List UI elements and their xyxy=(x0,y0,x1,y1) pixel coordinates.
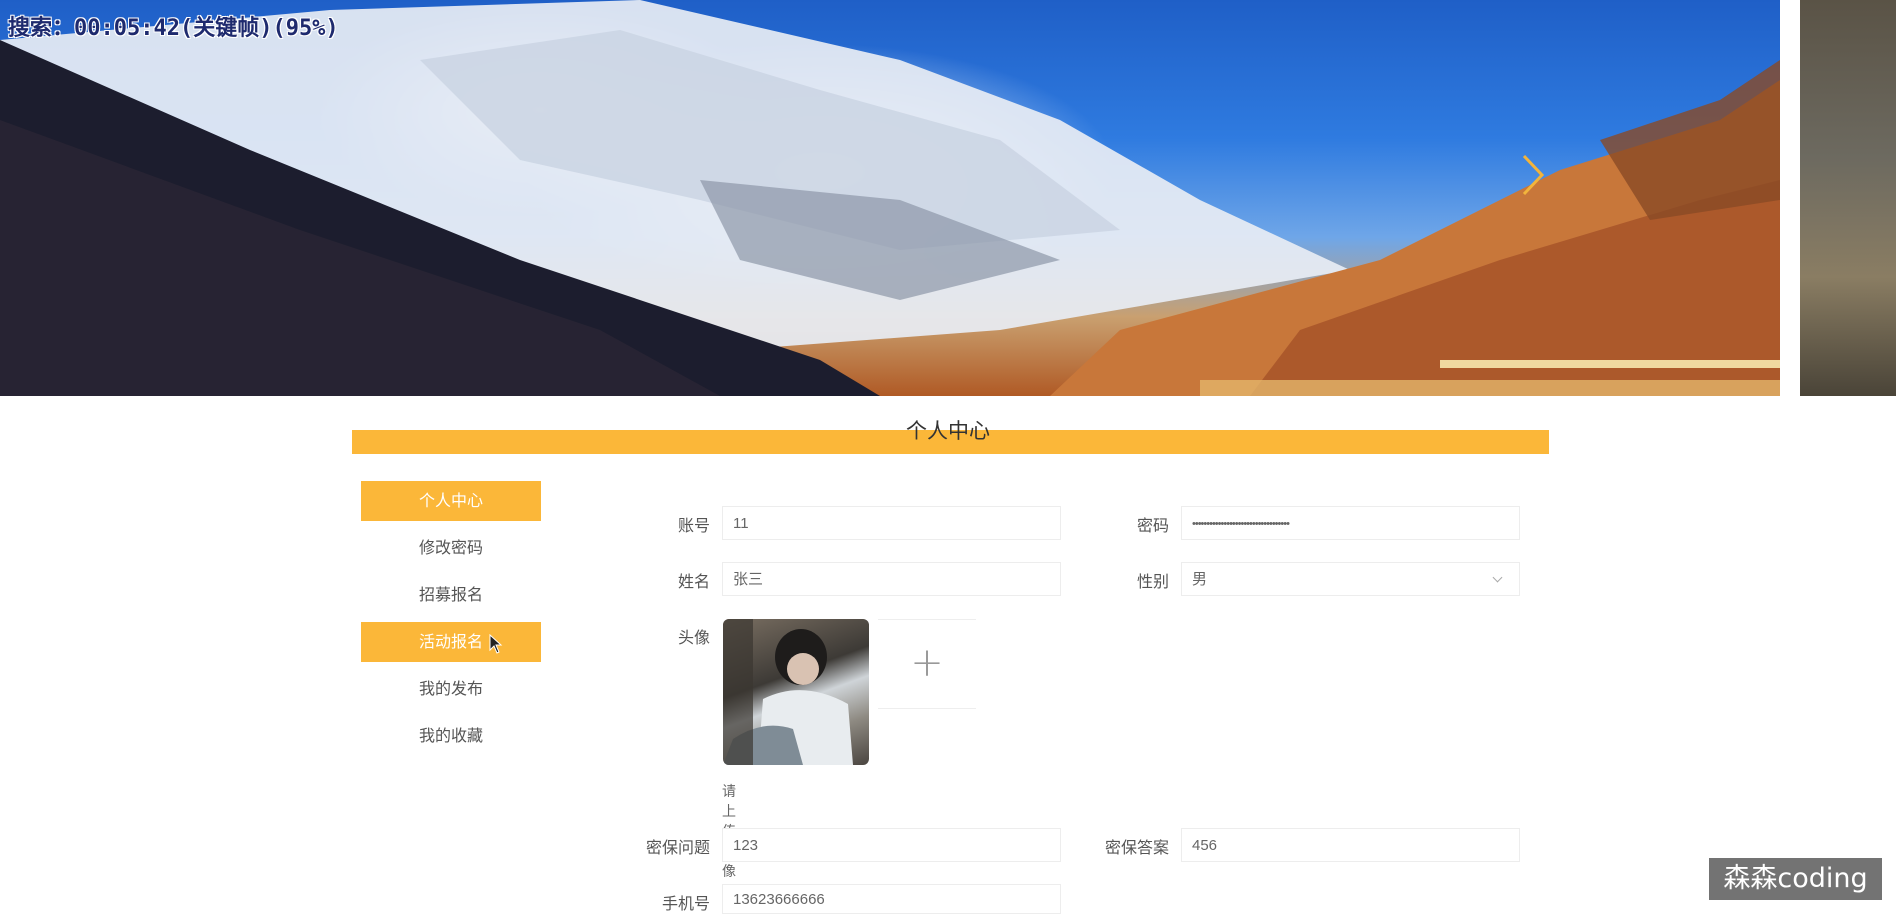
sidebar-item-personal-center[interactable]: 个人中心 xyxy=(361,481,541,521)
mouse-cursor-icon xyxy=(489,634,503,654)
gender-label: 性别 xyxy=(1136,572,1169,591)
sidebar-item-label: 活动报名 xyxy=(418,632,483,651)
page-title: 个人中心 xyxy=(906,419,990,443)
watermark: 森森coding xyxy=(1709,858,1882,900)
avatar-image xyxy=(723,619,869,765)
sidebar-item-activity-signup[interactable]: 活动报名 xyxy=(361,622,541,662)
account-label: 账号 xyxy=(677,516,710,535)
next-slide-chevron-icon[interactable] xyxy=(1512,150,1552,200)
avatar-label: 头像 xyxy=(677,628,710,647)
security-question-field[interactable]: 123 xyxy=(722,828,1061,862)
sidebar-item-my-favorites[interactable]: 我的收藏 xyxy=(361,716,541,756)
gender-select[interactable]: 男 xyxy=(1181,562,1520,596)
sidebar-menu: 个人中心 修改密码 招募报名 活动报名 我的发布 我的收藏 xyxy=(361,481,541,763)
account-field[interactable]: 11 xyxy=(722,506,1061,540)
sidebar-item-change-password[interactable]: 修改密码 xyxy=(361,528,541,568)
password-label: 密码 xyxy=(1136,516,1169,535)
name-field[interactable]: 张三 xyxy=(722,562,1061,596)
avatar-photo xyxy=(723,619,853,765)
phone-label: 手机号 xyxy=(661,894,710,913)
sidebar-item-recruit-signup[interactable]: 招募报名 xyxy=(361,575,541,615)
video-overlay-text: 搜索：00:05:42(关键帧)(95%) xyxy=(8,16,339,41)
security-answer-label: 密保答案 xyxy=(1104,838,1169,857)
phone-field[interactable]: 13623666666 xyxy=(722,884,1061,914)
name-label: 姓名 xyxy=(677,572,710,591)
next-slide-preview xyxy=(1800,0,1896,396)
upload-avatar-button[interactable]: + xyxy=(878,619,976,709)
password-field[interactable]: •••••••••••••••••••••••••••••••••• xyxy=(1181,506,1520,540)
sidebar-item-my-posts[interactable]: 我的发布 xyxy=(361,669,541,709)
security-question-label: 密保问题 xyxy=(645,838,710,857)
security-answer-field[interactable]: 456 xyxy=(1181,828,1520,862)
